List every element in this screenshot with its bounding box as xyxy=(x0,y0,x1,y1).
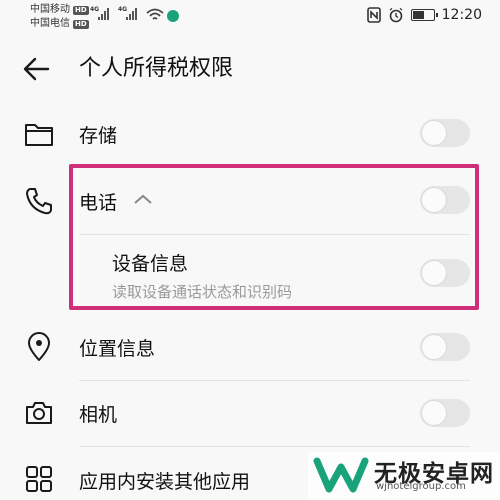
folder-icon xyxy=(25,124,53,146)
permission-label-install-apps: 应用内安装其他应用 xyxy=(79,471,251,493)
highlight-box xyxy=(69,164,479,310)
carrier-2: 中国电信 xyxy=(30,18,70,29)
wifi-icon xyxy=(146,8,164,20)
app-grid-icon xyxy=(26,466,52,492)
page-title: 个人所得税权限 xyxy=(79,56,234,81)
divider xyxy=(79,446,470,447)
status-bar: 中国移动 HD 中国电信 HD 4G 4G 12:20 xyxy=(30,3,482,31)
camera-icon xyxy=(26,402,52,424)
phone-icon xyxy=(26,188,52,215)
battery-icon xyxy=(410,9,438,21)
hd-badge-1: HD xyxy=(73,5,89,15)
hd-badge-2: HD xyxy=(73,19,89,29)
storage-toggle[interactable] xyxy=(420,119,470,147)
camera-toggle[interactable] xyxy=(420,399,470,427)
app-notification-icon xyxy=(167,10,179,22)
clock: 12:20 xyxy=(441,7,482,23)
watermark-url: wjhotelgroup.com xyxy=(376,481,466,492)
nfc-icon xyxy=(366,7,381,23)
permission-label-storage: 存储 xyxy=(79,125,118,147)
divider xyxy=(79,380,470,381)
back-arrow-icon[interactable] xyxy=(22,54,52,84)
permission-label-location: 位置信息 xyxy=(79,338,156,360)
app-bar: 个人所得税权限 xyxy=(0,34,500,102)
watermark-logo-icon xyxy=(313,457,369,493)
alarm-icon xyxy=(389,7,403,23)
carrier-1: 中国移动 xyxy=(30,4,70,15)
location-toggle[interactable] xyxy=(420,333,470,361)
permission-label-camera: 相机 xyxy=(79,404,118,426)
carrier-info: 中国移动 HD 中国电信 HD xyxy=(30,3,89,31)
location-pin-icon xyxy=(28,332,50,361)
